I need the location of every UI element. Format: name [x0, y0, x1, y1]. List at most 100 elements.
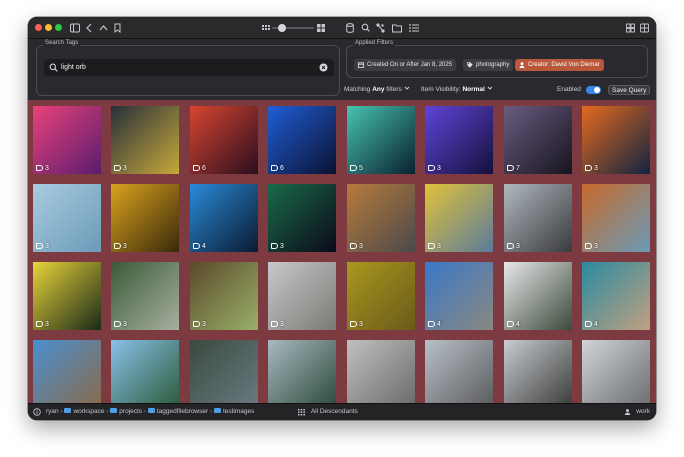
- thumbnail-item[interactable]: 6: [190, 106, 258, 174]
- thumbnail-item[interactable]: 3: [347, 262, 415, 330]
- tag-icon: [428, 243, 435, 249]
- large-grid-icon[interactable]: [317, 21, 325, 35]
- thumbnail-item[interactable]: 3: [111, 106, 179, 174]
- thumbnail-item[interactable]: 3: [582, 106, 650, 174]
- chevron-down-icon: [487, 86, 493, 90]
- thumbnail-item[interactable]: 4: [190, 184, 258, 252]
- back-chevron-icon[interactable]: [85, 21, 93, 35]
- thumbnail-item[interactable]: 3: [425, 184, 493, 252]
- thumbnail-item[interactable]: [111, 340, 179, 403]
- tag-count-badge: 3: [507, 243, 520, 250]
- list-icon[interactable]: [409, 21, 419, 35]
- breadcrumb-segment[interactable]: projects: [110, 408, 142, 415]
- breadcrumb-segment[interactable]: workspace: [64, 408, 105, 415]
- person-icon: [625, 409, 631, 415]
- filter-chip-tag[interactable]: photography: [463, 59, 514, 71]
- tag-icon: [36, 321, 43, 327]
- enabled-toggle[interactable]: [586, 86, 601, 94]
- tag-icon: [350, 165, 357, 171]
- thumbnail-item[interactable]: [504, 340, 572, 403]
- thumbnail-item[interactable]: [347, 340, 415, 403]
- thumbnail-item[interactable]: 3: [582, 184, 650, 252]
- thumbnail-item[interactable]: 3: [33, 184, 101, 252]
- up-chevron-icon[interactable]: [99, 21, 108, 35]
- thumbnail-item[interactable]: 3: [33, 106, 101, 174]
- thumbnail-item[interactable]: [190, 340, 258, 403]
- thumbnail-item[interactable]: 3: [268, 262, 336, 330]
- thumbnail-item[interactable]: 3: [504, 184, 572, 252]
- matching-value: Any: [372, 86, 385, 93]
- folder-icon: [64, 408, 72, 413]
- breadcrumb-segment-label: ryan: [46, 408, 59, 415]
- folder-icon: [213, 408, 221, 413]
- tag-count-badge: 4: [585, 321, 598, 328]
- tag-count-value: 5: [359, 165, 363, 172]
- minimize-window-button[interactable]: [45, 24, 52, 31]
- tag-count-value: 3: [202, 321, 206, 328]
- thumbnail-item[interactable]: 6: [268, 106, 336, 174]
- thumbnail-item[interactable]: [582, 340, 650, 403]
- search-icon: [49, 63, 58, 72]
- database-icon[interactable]: [346, 21, 354, 35]
- tag-count-value: 7: [516, 165, 520, 172]
- thumbnail-item[interactable]: [268, 340, 336, 403]
- clear-search-icon[interactable]: [319, 63, 328, 72]
- close-window-button[interactable]: [35, 24, 42, 31]
- thumbnail-item[interactable]: [33, 340, 101, 403]
- tag-count-badge: 3: [585, 243, 598, 250]
- grid-icon: [298, 409, 305, 416]
- thumbnail-grid[interactable]: 3366537333433333333334443: [28, 100, 656, 403]
- thumbnail-item[interactable]: 3: [111, 262, 179, 330]
- thumbnail-item[interactable]: 3: [347, 184, 415, 252]
- zoom-window-button[interactable]: [55, 24, 62, 31]
- breadcrumb-segment[interactable]: testimages: [213, 408, 254, 415]
- thumbnail-item[interactable]: 3: [111, 184, 179, 252]
- tag-icon: [507, 243, 514, 249]
- filter-chip-date[interactable]: Created On or After Jan 8, 2025: [354, 59, 457, 71]
- thumbnail-size-slider[interactable]: [272, 21, 314, 35]
- grid-view-icon[interactable]: [626, 21, 635, 35]
- thumbnail-item[interactable]: 3: [425, 106, 493, 174]
- thumbnail-item[interactable]: [425, 340, 493, 403]
- visibility-dropdown[interactable]: Item Visibility: Normal: [421, 83, 493, 97]
- filter-chip-creator[interactable]: Creator: David Von Diemar: [515, 59, 604, 71]
- tag-count-badge: 4: [507, 321, 520, 328]
- search-input[interactable]: light orb: [44, 59, 334, 76]
- tag-icon: [507, 165, 514, 171]
- descendants-toggle[interactable]: All Descendants: [298, 404, 358, 420]
- tag-count-value: 3: [45, 321, 49, 328]
- user-indicator[interactable]: work: [624, 404, 650, 420]
- breadcrumb-segment[interactable]: taggedfilebrowser: [147, 408, 208, 415]
- thumbnail-item[interactable]: 7: [504, 106, 572, 174]
- thumbnail-item[interactable]: 3: [190, 262, 258, 330]
- thumbnail-item[interactable]: 5: [347, 106, 415, 174]
- tag-count-badge: 4: [193, 243, 206, 250]
- save-query-button[interactable]: Save Query: [608, 85, 651, 95]
- thumbnail-item[interactable]: 4: [504, 262, 572, 330]
- sidebar-toggle-icon[interactable]: [70, 21, 80, 35]
- tag-count-badge: 3: [350, 321, 363, 328]
- filter-chip-tag-label: photography: [476, 62, 510, 68]
- thumbnail-item[interactable]: 3: [33, 262, 101, 330]
- query-panel: Search Tags light orb Applied Filters Cr…: [28, 39, 656, 100]
- tag-count-badge: 3: [428, 165, 441, 172]
- tag-icon: [428, 321, 435, 327]
- matching-prefix: Matching: [344, 86, 371, 93]
- matching-dropdown[interactable]: Matching Any filters: [344, 83, 410, 97]
- breadcrumb-segment[interactable]: ryan: [46, 408, 59, 415]
- thumbnail-item[interactable]: 4: [425, 262, 493, 330]
- thumbnail-item[interactable]: 4: [582, 262, 650, 330]
- search-icon[interactable]: [361, 21, 370, 35]
- thumbnail-item[interactable]: 3: [268, 184, 336, 252]
- split-view-icon[interactable]: [640, 21, 649, 35]
- graph-icon[interactable]: [376, 21, 385, 35]
- folder-icon[interactable]: [392, 21, 402, 35]
- toggle-knob: [594, 87, 600, 93]
- info-icon[interactable]: [33, 404, 41, 420]
- tag-icon: [585, 321, 592, 327]
- query-options-row: Matching Any filters Item Visibility: No…: [28, 83, 656, 97]
- tag-icon: [507, 321, 514, 327]
- bookmark-icon[interactable]: [114, 21, 121, 35]
- small-grid-icon[interactable]: [262, 21, 270, 35]
- tag-count-value: 6: [202, 165, 206, 172]
